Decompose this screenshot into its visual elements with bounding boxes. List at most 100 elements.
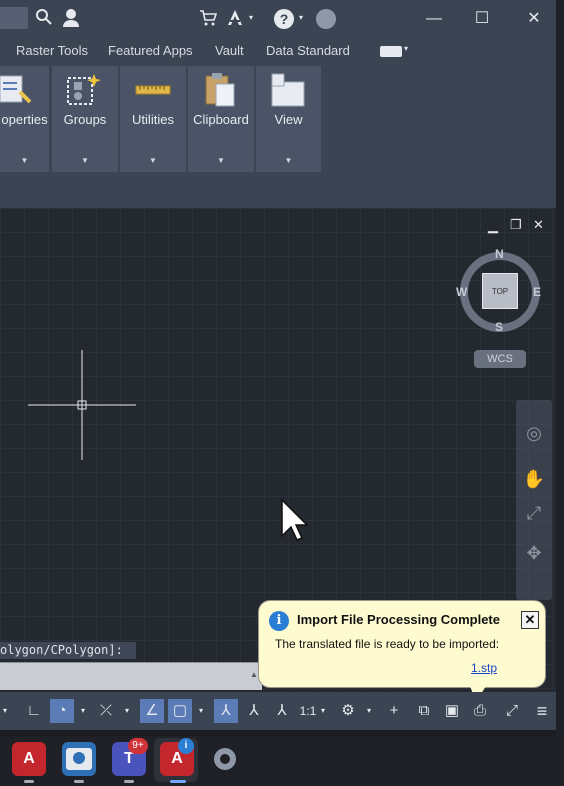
fullscreen-icon[interactable]: ⤢ bbox=[500, 699, 524, 723]
panel-label: Clipboard bbox=[193, 112, 249, 127]
chevron-down-icon[interactable]: ▾ bbox=[404, 44, 408, 53]
chevron-down-icon[interactable]: ▾ bbox=[318, 699, 328, 723]
zoom-extents-icon[interactable]: ⤢ bbox=[520, 500, 548, 526]
steering-wheel-icon[interactable]: ◎ bbox=[520, 420, 548, 446]
cart-icon[interactable] bbox=[198, 9, 218, 33]
info-icon: i bbox=[269, 611, 289, 631]
info-badge: i bbox=[178, 738, 194, 754]
panel-label: Utilities bbox=[132, 112, 174, 127]
orbit-icon[interactable]: ✥ bbox=[520, 540, 548, 566]
isolate-objects-icon[interactable]: ⧉ bbox=[412, 699, 436, 723]
ribbon-panel: operties ▼ Groups ▼ Utilities ▼ Clipboar… bbox=[0, 64, 558, 174]
customize-menu-icon[interactable]: ≡ bbox=[530, 699, 554, 723]
running-indicator bbox=[24, 780, 34, 783]
chevron-down-icon[interactable]: ▾ bbox=[78, 699, 88, 723]
taskbar: A T 9+ A i bbox=[0, 736, 564, 786]
notification-title: Import File Processing Complete bbox=[297, 612, 500, 627]
search-field[interactable] bbox=[0, 7, 28, 29]
help-icon[interactable]: ? bbox=[274, 9, 294, 29]
notification-close-button[interactable]: ✕ bbox=[521, 611, 539, 629]
viewport-minimize-button[interactable]: ▁ bbox=[488, 218, 498, 234]
auto-scale-icon[interactable]: ⅄ bbox=[242, 699, 266, 723]
chevron-down-icon[interactable]: ▾ bbox=[364, 699, 374, 723]
window-frame bbox=[556, 0, 564, 786]
panel-label: View bbox=[274, 112, 303, 127]
autodesk-logo-icon[interactable] bbox=[316, 9, 336, 29]
notification-badge: 9+ bbox=[128, 738, 148, 754]
compass-south[interactable]: S bbox=[495, 320, 503, 334]
groups-icon bbox=[66, 72, 102, 113]
chevron-down-icon[interactable]: ▼ bbox=[52, 156, 118, 165]
taskbar-settings-app[interactable] bbox=[208, 742, 242, 776]
annotation-visibility-icon[interactable]: ⅄ bbox=[214, 699, 238, 723]
mouse-pointer-icon bbox=[280, 498, 309, 547]
chevron-down-icon[interactable]: ▾ bbox=[296, 8, 306, 28]
panel-label: operties bbox=[1, 112, 48, 127]
command-input[interactable] bbox=[0, 662, 262, 690]
tab-data-standard[interactable]: Data Standard bbox=[266, 38, 350, 64]
chevron-down-icon[interactable]: ▾ bbox=[196, 699, 206, 723]
chevron-down-icon[interactable]: ▼ bbox=[0, 156, 49, 165]
viewcube-top-face[interactable]: TOP bbox=[482, 273, 518, 309]
lock-ui-icon[interactable]: ▣ bbox=[440, 699, 464, 723]
minimize-button[interactable]: — bbox=[414, 0, 454, 38]
ribbon-tabs: Raster Tools Featured Apps Vault Data St… bbox=[0, 38, 558, 64]
chevron-down-icon[interactable]: ▼ bbox=[256, 156, 321, 165]
title-bar: ▾ ? ▾ — ☐ ✕ bbox=[0, 0, 558, 38]
caret-up-icon[interactable]: ▲ bbox=[250, 670, 258, 679]
import-notification-icon[interactable]: ⎙ bbox=[468, 699, 492, 723]
taskbar-meet-app[interactable] bbox=[62, 742, 96, 776]
annotation-scale-icon[interactable]: ⅄ bbox=[270, 699, 294, 723]
pan-icon[interactable]: ✋ bbox=[520, 466, 548, 492]
view-icon bbox=[270, 72, 306, 113]
gear-icon[interactable]: ⚙ bbox=[336, 699, 360, 723]
notification-balloon: i Import File Processing Complete The tr… bbox=[258, 600, 546, 688]
autodesk-a360-icon[interactable] bbox=[224, 8, 246, 34]
panel-utilities[interactable]: Utilities ▼ bbox=[120, 66, 186, 172]
active-indicator bbox=[170, 780, 186, 783]
crosshair-cursor bbox=[28, 350, 138, 460]
object-snap-tracking-icon[interactable]: ∠ bbox=[140, 699, 164, 723]
isodraft-icon[interactable]: ⤫ bbox=[94, 699, 118, 723]
clipboard-icon bbox=[204, 72, 238, 113]
wcs-menu[interactable]: WCS bbox=[474, 350, 526, 368]
compass-east[interactable]: E bbox=[533, 285, 541, 299]
chevron-down-icon[interactable]: ▼ bbox=[120, 156, 186, 165]
maximize-button[interactable]: ☐ bbox=[462, 0, 502, 38]
panel-properties[interactable]: operties ▼ bbox=[0, 66, 49, 172]
file-link[interactable]: 1.stp bbox=[471, 661, 497, 675]
polar-tracking-icon[interactable]: ◔ bbox=[50, 699, 74, 723]
status-bar: ▾ ∟ ◔ ▾ ⤫ ▾ ∠ ▢ ▾ ⅄ ⅄ ⅄ 1:1 ▾ ⚙ ▾ + ⧉ ▣ … bbox=[0, 692, 558, 730]
tab-raster-tools[interactable]: Raster Tools bbox=[16, 38, 88, 64]
panel-view[interactable]: View ▼ bbox=[256, 66, 321, 172]
close-button[interactable]: ✕ bbox=[514, 0, 554, 38]
tab-vault[interactable]: Vault bbox=[215, 38, 244, 64]
object-snap-icon[interactable]: ▢ bbox=[168, 699, 192, 723]
viewport-restore-button[interactable]: ❐ bbox=[510, 217, 522, 233]
ortho-icon[interactable]: ∟ bbox=[22, 699, 46, 723]
search-icon[interactable] bbox=[34, 8, 54, 32]
command-prompt: olygon/CPolygon]: bbox=[0, 642, 136, 659]
panel-clipboard[interactable]: Clipboard ▼ bbox=[188, 66, 254, 172]
chevron-down-icon[interactable]: ▾ bbox=[0, 699, 10, 723]
taskbar-autocad-app[interactable]: A bbox=[12, 742, 46, 776]
panel-groups[interactable]: Groups ▼ bbox=[52, 66, 118, 172]
compass-west[interactable]: W bbox=[456, 285, 467, 299]
properties-icon bbox=[0, 72, 36, 113]
user-icon[interactable] bbox=[60, 8, 82, 34]
running-indicator bbox=[124, 780, 134, 783]
plus-icon[interactable]: + bbox=[382, 699, 406, 723]
scale-readout[interactable]: 1:1 bbox=[296, 699, 320, 723]
chevron-down-icon[interactable]: ▾ bbox=[122, 699, 132, 723]
notification-message: The translated file is ready to be impor… bbox=[275, 637, 500, 651]
ribbon-minimize-toggle[interactable] bbox=[380, 46, 402, 57]
measure-icon bbox=[134, 72, 172, 113]
tab-featured-apps[interactable]: Featured Apps bbox=[108, 38, 193, 64]
chevron-down-icon[interactable]: ▼ bbox=[188, 156, 254, 165]
chevron-down-icon[interactable]: ▾ bbox=[246, 8, 256, 28]
ribbon-footer bbox=[0, 174, 558, 204]
running-indicator bbox=[74, 780, 84, 783]
panel-label: Groups bbox=[63, 112, 107, 127]
compass-north[interactable]: N bbox=[495, 247, 504, 261]
viewport-close-button[interactable]: ✕ bbox=[533, 217, 544, 233]
